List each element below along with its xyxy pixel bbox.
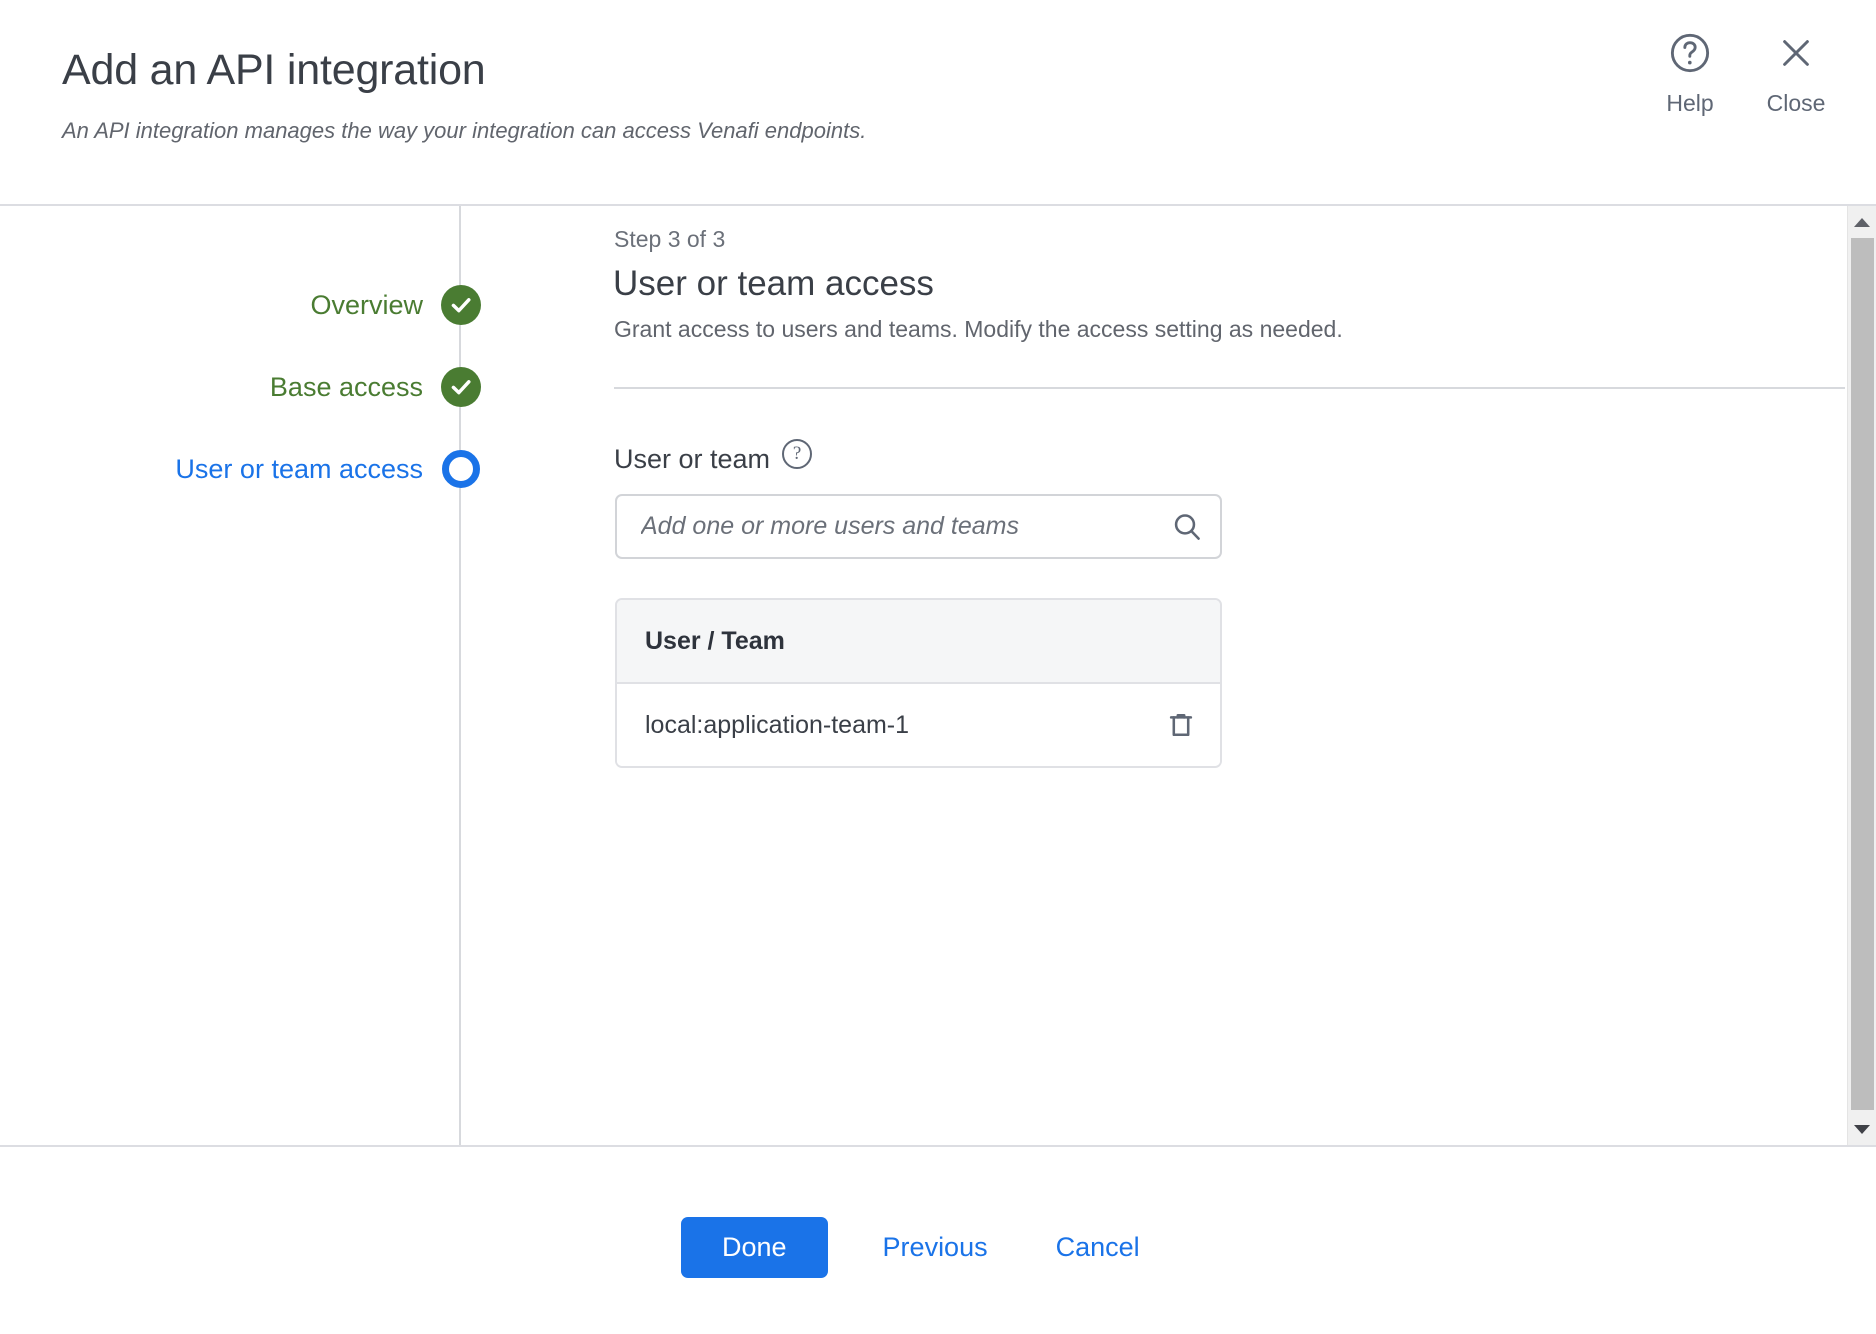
step-label-user-or-team-access: User or team access bbox=[175, 453, 423, 484]
close-button[interactable]: Close bbox=[1764, 30, 1828, 117]
step-counter: Step 3 of 3 bbox=[614, 226, 726, 252]
dialog-header: Add an API integration An API integratio… bbox=[0, 0, 1876, 206]
user-or-team-label: User or team bbox=[614, 443, 771, 474]
trash-icon[interactable] bbox=[1142, 709, 1220, 741]
sidebar-item-base-access[interactable]: Base access bbox=[0, 346, 481, 428]
chevron-up-icon[interactable] bbox=[1848, 208, 1876, 236]
scrollbar-thumb[interactable] bbox=[1851, 238, 1874, 1110]
table-row[interactable]: local:application-team-1 bbox=[617, 684, 1220, 766]
content-scrollbar[interactable] bbox=[1847, 206, 1876, 1145]
dialog-body: Overview Base access User or team access… bbox=[0, 206, 1876, 1145]
wizard-steps-rail: Overview Base access User or team access bbox=[0, 206, 481, 1145]
dialog-subtitle: An API integration manages the way your … bbox=[62, 118, 867, 143]
step-label-overview: Overview bbox=[310, 289, 423, 320]
dialog-title: Add an API integration bbox=[62, 46, 486, 94]
close-icon bbox=[1775, 30, 1817, 76]
page-title: User or team access bbox=[613, 264, 934, 303]
chevron-down-icon[interactable] bbox=[1848, 1115, 1876, 1143]
user-team-table: User / Team local:application-team-1 bbox=[615, 598, 1222, 768]
table-cell-user-team-name: local:application-team-1 bbox=[645, 710, 910, 739]
user-team-search-box[interactable] bbox=[615, 494, 1222, 559]
footer-actions: Done Previous Cancel bbox=[681, 1217, 1140, 1278]
add-api-integration-dialog: Add an API integration An API integratio… bbox=[0, 0, 1876, 1334]
question-circle-icon bbox=[1667, 30, 1713, 76]
search-input[interactable] bbox=[617, 496, 1154, 557]
page-description: Grant access to users and teams. Modify … bbox=[614, 316, 1343, 342]
step-label-base-access: Base access bbox=[269, 371, 423, 402]
close-button-label: Close bbox=[1766, 90, 1826, 116]
section-divider bbox=[614, 387, 1845, 389]
previous-button[interactable]: Previous bbox=[883, 1217, 988, 1278]
help-button[interactable]: Help bbox=[1658, 30, 1722, 117]
dialog-footer: Done Previous Cancel bbox=[0, 1145, 1876, 1334]
done-button[interactable]: Done bbox=[681, 1217, 828, 1278]
sidebar-item-user-or-team-access[interactable]: User or team access bbox=[0, 428, 480, 510]
sidebar-item-overview[interactable]: Overview bbox=[0, 264, 481, 346]
help-question-icon[interactable]: ? bbox=[782, 439, 813, 469]
cancel-button[interactable]: Cancel bbox=[1056, 1217, 1140, 1278]
table-header-row: User / Team bbox=[617, 600, 1220, 684]
search-icon[interactable] bbox=[1154, 496, 1220, 557]
header-actions: Help Close bbox=[1658, 30, 1828, 117]
step-content-panel: Step 3 of 3 User or team access Grant ac… bbox=[461, 206, 1847, 1145]
help-button-label: Help bbox=[1666, 90, 1714, 116]
wizard-step-list: Overview Base access User or team access bbox=[0, 264, 481, 510]
column-header-user-team: User / Team bbox=[645, 626, 785, 655]
user-or-team-field-label-row: User or team ? bbox=[614, 439, 813, 479]
